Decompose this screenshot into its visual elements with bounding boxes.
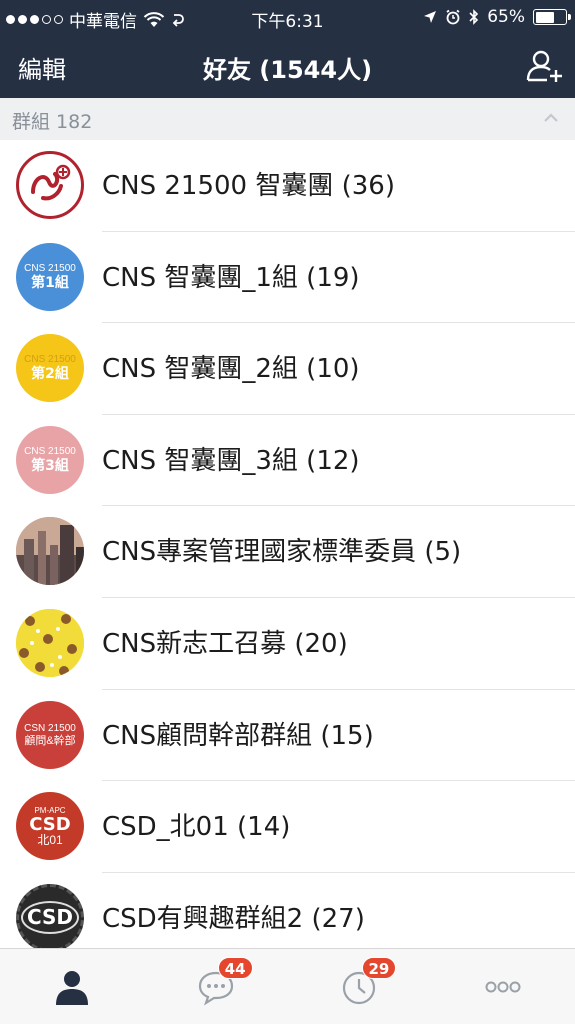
avatar-text-bottom: 顧問&幹部 xyxy=(24,734,76,747)
list-item[interactable]: CNS專案管理國家標準委員 (5) xyxy=(0,506,575,598)
group-name: CNS顧問幹部群組 (15) xyxy=(102,720,374,751)
chevron-up-icon[interactable] xyxy=(541,108,561,128)
city-photo-icon xyxy=(16,517,84,586)
battery-icon xyxy=(533,9,571,25)
list-item[interactable]: CNS 21500 智囊團 (36) xyxy=(0,140,575,232)
avatar-text-bottom: 第1組 xyxy=(31,274,69,291)
list-item[interactable]: CNS新志工召募 (20) xyxy=(0,598,575,690)
avatar-text-top: CNS 21500 xyxy=(24,354,76,366)
groups-section-header[interactable]: 群組 182 xyxy=(0,98,575,140)
cell-signal-icon xyxy=(6,15,63,24)
chats-badge: 44 xyxy=(217,957,253,979)
list-item[interactable]: CSD CSD有興趣群組2 (27) xyxy=(0,873,575,948)
status-bar: 中華電信 下午6:31 65% xyxy=(0,0,575,36)
group-name: CNS 21500 智囊團 (36) xyxy=(102,171,395,201)
list-item[interactable]: CNS 21500 第2組 CNS 智囊團_2組 (10) xyxy=(0,323,575,415)
group-name: CNS專案管理國家標準委員 (5) xyxy=(102,537,462,568)
carrier-label: 中華電信 xyxy=(69,12,137,32)
group-name: CNS 智囊團_1組 (19) xyxy=(102,262,360,293)
tab-timeline[interactable]: 29 xyxy=(288,949,432,1024)
tab-bar: 44 29 xyxy=(0,948,575,1024)
avatar-text-top: CSN 21500 xyxy=(24,722,76,734)
avatar-text-bottom: 北01 xyxy=(37,832,63,847)
person-icon xyxy=(55,971,88,1005)
group-name: CSD有興趣群組2 (27) xyxy=(102,903,365,934)
avatar-text-middle: CSD xyxy=(29,813,71,835)
avatar-text-top: CNS 21500 xyxy=(24,445,76,457)
battery-percent: 65% xyxy=(487,7,525,27)
group-list: CNS 21500 智囊團 (36) CNS 21500 第1組 CNS 智囊團… xyxy=(0,140,575,948)
status-right: 65% xyxy=(423,7,571,27)
group-avatar: CSD xyxy=(16,883,84,948)
group-avatar: CNS 21500 第3組 xyxy=(16,425,84,494)
tab-chats[interactable]: 44 xyxy=(144,949,288,1024)
cns-logo-icon xyxy=(31,164,71,201)
group-name: CNS新志工召募 (20) xyxy=(102,628,348,659)
list-item[interactable]: CNS 21500 第3組 CNS 智囊團_3組 (12) xyxy=(0,415,575,507)
avatar-text-bottom: 第2組 xyxy=(31,366,69,383)
group-name: CNS 智囊團_2組 (10) xyxy=(102,354,360,385)
alarm-icon xyxy=(446,9,460,25)
group-avatar: CSN 21500 顧問&幹部 xyxy=(16,700,84,769)
group-avatar: CNS 21500 第1組 xyxy=(16,242,84,311)
sync-icon xyxy=(172,13,184,27)
edit-button[interactable]: 編輯 xyxy=(18,50,66,85)
bear-pattern-icon xyxy=(16,608,84,677)
group-avatar xyxy=(16,151,84,219)
tab-friends[interactable] xyxy=(0,949,144,1024)
list-item[interactable]: CNS 21500 第1組 CNS 智囊團_1組 (19) xyxy=(0,232,575,324)
group-avatar-photo xyxy=(16,517,84,586)
list-item[interactable]: CSN 21500 顧問&幹部 CNS顧問幹部群組 (15) xyxy=(0,690,575,782)
nav-bar: 編輯 好友 (1544人) xyxy=(0,36,575,98)
section-label: 群組 182 xyxy=(12,111,93,133)
list-item[interactable]: PM-APC CSD 北01 CSD_北01 (14) xyxy=(0,781,575,873)
bluetooth-icon xyxy=(469,9,479,25)
group-name: CNS 智囊團_3組 (12) xyxy=(102,445,360,476)
avatar-text-bottom: 第3組 xyxy=(31,457,69,474)
page-title: 好友 (1544人) xyxy=(202,56,373,84)
avatar-text-center: CSD xyxy=(20,901,80,935)
wifi-icon xyxy=(143,11,165,27)
avatar-text-top: CNS 21500 xyxy=(24,262,76,274)
more-icon xyxy=(485,981,521,993)
group-avatar: CNS 21500 第2組 xyxy=(16,334,84,403)
timeline-badge: 29 xyxy=(361,957,397,979)
status-left: 中華電信 xyxy=(6,7,185,32)
group-avatar: PM-APC CSD 北01 xyxy=(16,792,84,861)
battery-fill xyxy=(535,11,555,23)
group-avatar-pattern xyxy=(16,608,84,677)
add-friend-icon[interactable] xyxy=(525,46,565,86)
tab-more[interactable] xyxy=(431,949,575,1024)
location-arrow-icon xyxy=(424,11,437,23)
group-name: CSD_北01 (14) xyxy=(102,812,291,843)
